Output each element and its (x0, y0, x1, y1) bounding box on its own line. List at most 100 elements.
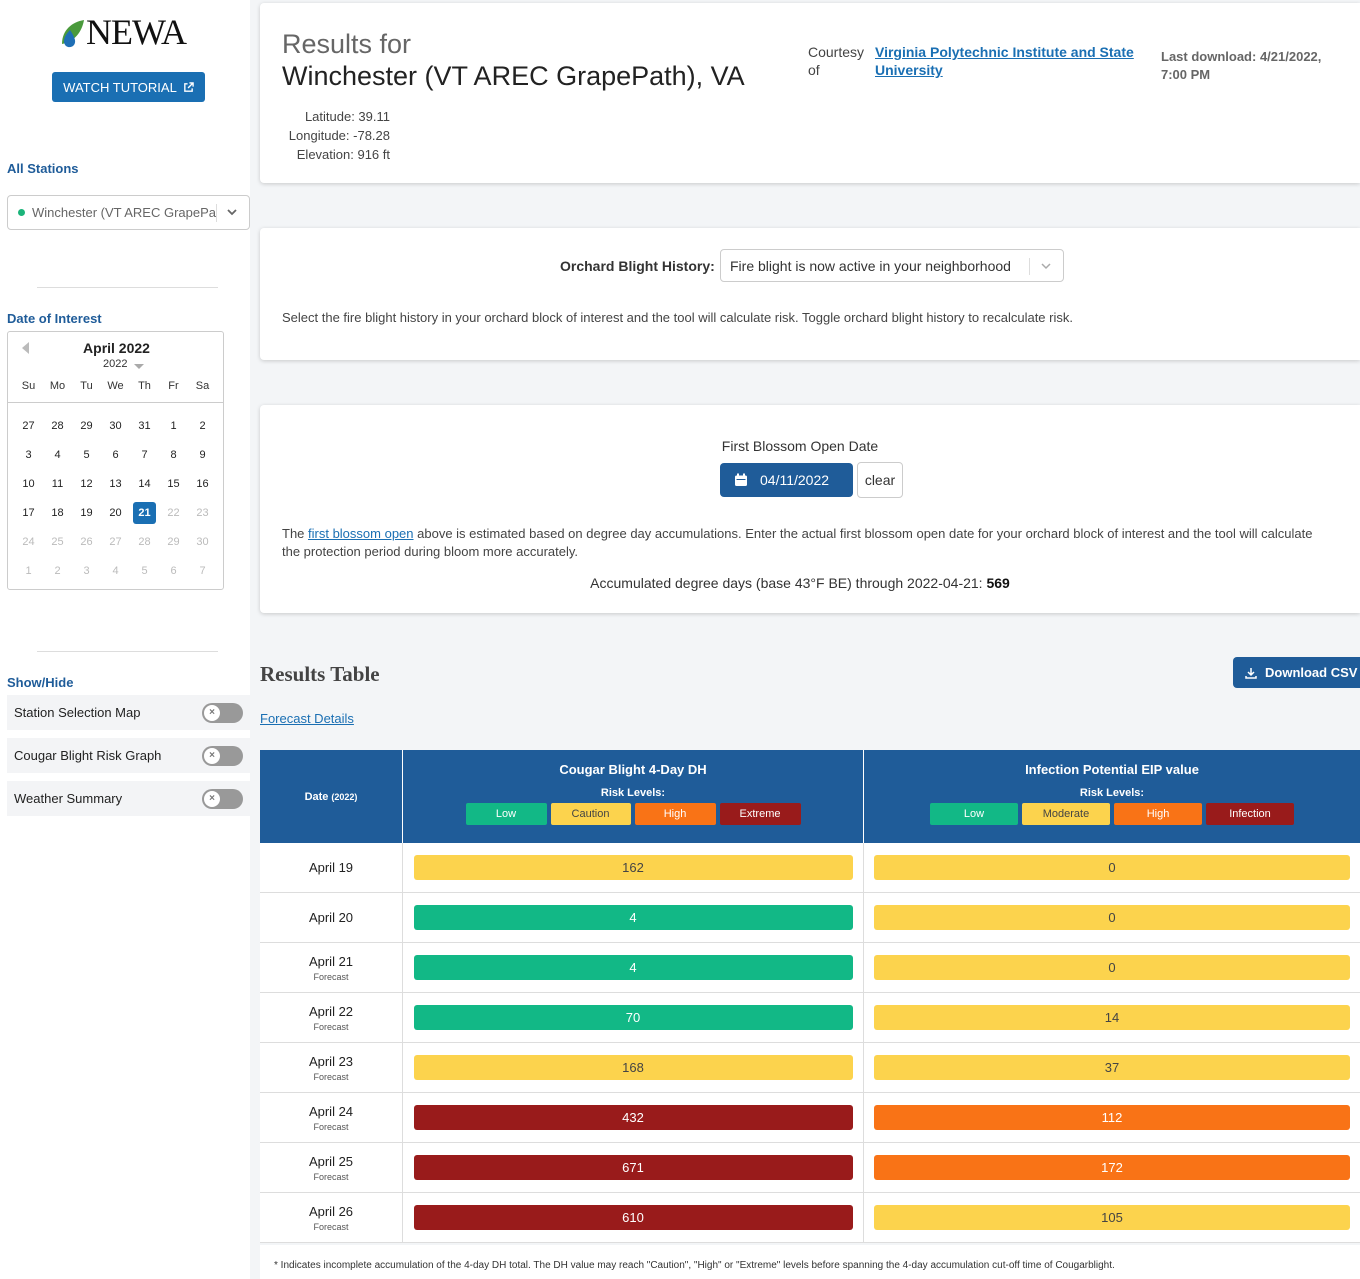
calendar-day[interactable]: 11 (43, 473, 72, 495)
eip-value-bar: 105 (874, 1205, 1350, 1230)
value-cell: 0 (864, 843, 1360, 892)
station-map-toggle[interactable]: × (202, 703, 243, 723)
calendar-divider (8, 402, 223, 403)
calendar-day[interactable]: 5 (72, 444, 101, 466)
blossom-date-picker[interactable]: 04/11/2022 (720, 463, 853, 497)
year-dropdown-icon[interactable] (134, 364, 144, 369)
calendar-week: 24 25 26 27 28 29 30 (14, 527, 217, 556)
toggle-row-station-map: Station Selection Map × (7, 695, 250, 730)
blight-history-select[interactable]: Fire blight is now active in your neighb… (720, 249, 1064, 282)
calendar-day[interactable]: 13 (101, 473, 130, 495)
weekday-label: Su (21, 380, 36, 392)
calendar-day[interactable]: 1 (159, 415, 188, 437)
forecast-details-link[interactable]: Forecast Details (260, 711, 354, 726)
calendar-day[interactable]: 8 (159, 444, 188, 466)
first-blossom-open-link[interactable]: first blossom open (308, 526, 414, 541)
calendar-day[interactable]: 27 (14, 415, 43, 437)
dh-value-bar: 4 (413, 905, 853, 930)
table-row: April 21 Forecast 4 0 (260, 943, 1360, 993)
watch-tutorial-label: WATCH TUTORIAL (63, 79, 177, 95)
dh-value-bar: 432 (413, 1105, 853, 1130)
eip-value-bar: 14 (874, 1005, 1350, 1030)
dh-value-bar: 4 (413, 955, 853, 980)
chevron-down-icon[interactable] (1039, 259, 1053, 273)
eip-value-bar: 112 (874, 1105, 1350, 1130)
risk-level-badge: Caution (550, 803, 631, 825)
chevron-down-icon[interactable] (225, 205, 239, 219)
value-cell: 37 (864, 1043, 1360, 1092)
calendar-day[interactable]: 21 (133, 501, 156, 524)
calendar-day[interactable]: 3 (14, 444, 43, 466)
sidebar-divider (37, 287, 218, 288)
calendar-day[interactable]: 20 (101, 502, 130, 524)
infection-potential-column-header: Infection Potential EIP value Risk Level… (864, 750, 1360, 843)
weather-summary-toggle[interactable]: × (202, 789, 243, 809)
calendar-day[interactable]: 14 (130, 473, 159, 495)
value-cell: 4 (403, 893, 864, 942)
table-row: April 19 162 0 (260, 843, 1360, 893)
download-csv-button[interactable]: Download CSV (1233, 657, 1360, 688)
calendar-day[interactable]: 19 (72, 502, 101, 524)
sidebar-divider (37, 651, 218, 652)
calendar-day[interactable]: 2 (188, 415, 217, 437)
calendar-day[interactable]: 17 (14, 502, 43, 524)
calendar-year-select[interactable]: 2022 (103, 358, 127, 370)
value-cell: 432 (403, 1093, 864, 1142)
calendar-day: 5 (141, 564, 148, 577)
forecast-label: Forecast (313, 1121, 349, 1132)
calendar-day[interactable]: 7 (130, 444, 159, 466)
all-stations-label: All Stations (7, 161, 79, 176)
calendar-day[interactable]: 30 (101, 415, 130, 437)
logo-text: NEWA (86, 12, 187, 52)
clear-date-button[interactable]: clear (857, 462, 903, 498)
toggle-row-weather-summary: Weather Summary × (7, 781, 250, 816)
risk-levels-label: Risk Levels: (1079, 787, 1145, 799)
date-column-header: Date (2022) (260, 750, 403, 843)
calendar-day: 3 (83, 564, 90, 577)
table-row: April 25 Forecast 671 172 (260, 1143, 1360, 1193)
toggle-off-icon: × (204, 791, 220, 807)
value-cell: 0 (864, 893, 1360, 942)
calendar-day[interactable]: 31 (130, 415, 159, 437)
risk-level-badge: High (634, 803, 716, 825)
station-coordinates: Latitude: 39.11 Longitude: -78.28 Elevat… (280, 107, 390, 164)
calendar-day[interactable]: 29 (72, 415, 101, 437)
station-select-value: Winchester (VT AREC GrapePath) (32, 205, 217, 220)
table-row: April 22 Forecast 70 14 (260, 993, 1360, 1043)
blossom-date-card: First Blossom Open Date 04/11/2022 clear… (260, 405, 1360, 613)
orchard-blight-history-label: Orchard Blight History: (560, 258, 715, 274)
date-label: April 22 (308, 1003, 354, 1019)
note-prefix: The (282, 526, 309, 541)
date-label: April 25 (308, 1153, 354, 1169)
risk-levels-label: Risk Levels: (600, 787, 666, 799)
calendar-day[interactable]: 4 (43, 444, 72, 466)
calendar-icon (735, 473, 747, 486)
weekday-label: Fr (168, 380, 179, 392)
calendar-day[interactable]: 10 (14, 473, 43, 495)
calendar-weekday-header: Su Mo Tu We Th Fr Sa (14, 380, 217, 392)
date-cell: April 21 Forecast (260, 943, 403, 992)
calendar-day[interactable]: 12 (72, 473, 101, 495)
dh-value-bar: 162 (413, 855, 853, 880)
eip-value-bar: 0 (874, 955, 1350, 980)
dh-value-bar: 70 (413, 1005, 853, 1030)
calendar-day[interactable]: 6 (101, 444, 130, 466)
institution-link[interactable]: Virginia Polytechnic Institute and State… (875, 43, 1145, 79)
calendar-day[interactable]: 28 (43, 415, 72, 437)
forecast-label: Forecast (313, 1171, 349, 1182)
calendar-day[interactable]: 16 (188, 473, 217, 495)
calendar-day[interactable]: 15 (159, 473, 188, 495)
calendar-day: 22 (167, 506, 180, 519)
show-hide-label: Show/Hide (7, 675, 74, 690)
risk-level-badge: Low (930, 803, 1018, 825)
calendar-day[interactable]: 18 (43, 502, 72, 524)
calendar-grid: 27 28 29 30 31 1 2 3 4 5 6 7 8 9 10 11 12 13 14 15 16 17 18 19 2… (14, 411, 217, 585)
newa-logo[interactable]: NEWA (58, 14, 203, 50)
calendar-day[interactable]: 9 (188, 444, 217, 466)
date-cell: April 20 (260, 893, 403, 942)
results-table-header: Date (2022) Cougar Blight 4-Day DH Risk … (260, 750, 1360, 843)
station-select[interactable]: Winchester (VT AREC GrapePath) (7, 195, 250, 230)
forecast-label: Forecast (313, 1071, 349, 1082)
watch-tutorial-button[interactable]: WATCH TUTORIAL (52, 72, 205, 102)
risk-graph-toggle[interactable]: × (202, 746, 243, 766)
